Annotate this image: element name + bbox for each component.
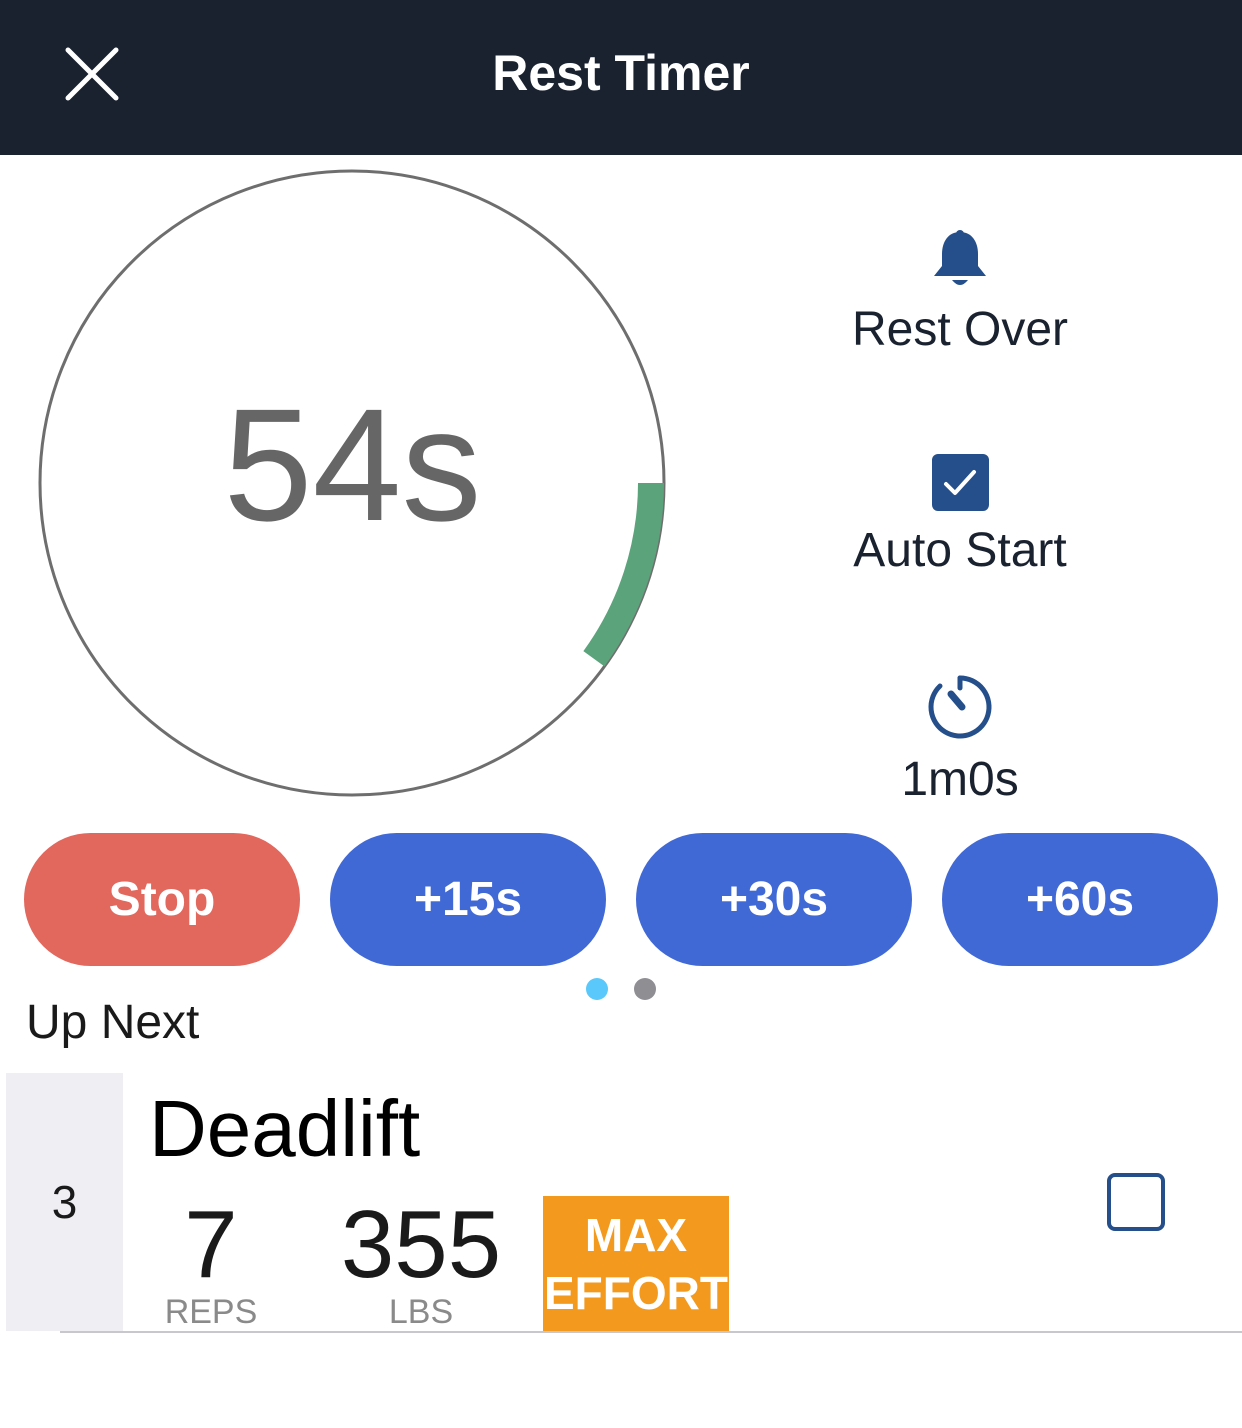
up-next-heading: Up Next [26,996,200,1049]
page-dot[interactable] [586,978,608,1000]
up-next-row[interactable]: 3 Deadlift 7 REPS 355 LBS MAX EFFORT [6,1073,1242,1331]
rest-over-label: Rest Over [851,303,1069,356]
timer-countdown: 54s [223,375,482,554]
bell-icon [934,230,986,285]
weight-label: LBS [388,1293,454,1331]
max-effort-badge: MAX EFFORT [543,1196,729,1331]
duration-label: 1m0s [901,753,1019,806]
stopwatch-icon [928,675,992,739]
set-number: 3 [6,1073,123,1331]
auto-start-label: Auto Start [853,524,1067,577]
timer-actions: Stop +15s +30s +60s [0,833,1242,966]
auto-start-checkbox[interactable] [931,454,989,511]
row-divider [60,1331,1242,1333]
page-dot[interactable] [634,978,656,1000]
reps-stat: 7 REPS [161,1191,261,1331]
badge-line1: MAX [584,1208,688,1261]
add-60s-button[interactable]: +60s [942,833,1218,966]
page-indicator [586,978,656,1000]
exercise-name: Deadlift [149,1084,421,1173]
reps-label: REPS [164,1293,258,1331]
checkmark-icon [944,469,976,495]
add-30s-button[interactable]: +30s [636,833,912,966]
set-complete-checkbox[interactable] [1107,1173,1165,1231]
badge-line2: EFFORT [544,1266,728,1319]
weight-value: 355 [340,1191,502,1298]
rest-over-setting[interactable]: Rest Over [800,228,1120,357]
weight-stat: 355 LBS [331,1191,511,1331]
add-15s-button[interactable]: +15s [330,833,606,966]
auto-start-setting[interactable]: Auto Start [800,454,1120,578]
stop-button[interactable]: Stop [24,833,300,966]
duration-setting[interactable]: 1m0s [800,674,1120,807]
page-title: Rest Timer [492,44,750,101]
reps-value: 7 [184,1191,238,1298]
top-bar: Rest Timer [0,0,1242,155]
